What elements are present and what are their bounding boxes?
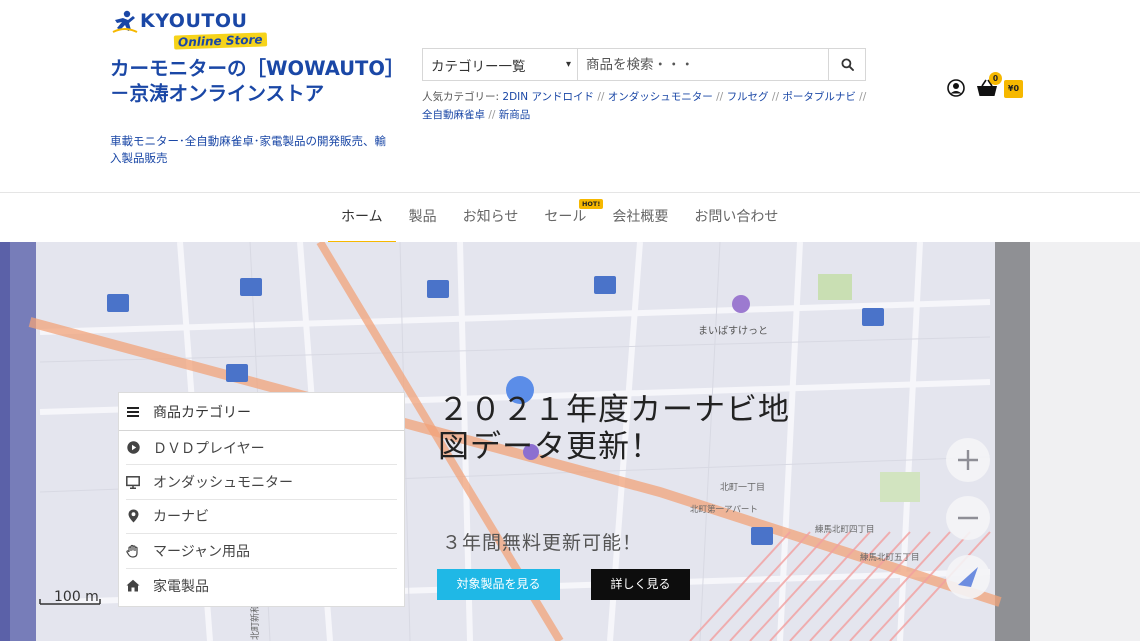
nav-sale-label: セール: [544, 209, 587, 225]
learn-more-button[interactable]: 詳しく見る: [591, 569, 690, 600]
category-menu: 商品カテゴリー ＤＶＤプレイヤー オンダッシュモニター カーナビ マージャン用品: [118, 392, 405, 607]
category-item-appliances[interactable]: 家電製品: [126, 569, 397, 603]
map-label: 北町第一アパート: [690, 504, 758, 515]
category-item-car-navi[interactable]: カーナビ: [126, 500, 397, 535]
play-circle-icon: [126, 441, 140, 455]
logo-brand-text: KYOUTOU: [140, 10, 248, 32]
map-label: 練馬北町五丁目: [860, 552, 920, 563]
popular-link[interactable]: 新商品: [499, 109, 531, 121]
map-label: まいばすけっと: [698, 325, 768, 337]
search-category-select[interactable]: カテゴリー一覧 ▾: [423, 49, 578, 80]
site-header: KYOUTOU Online Store カーモニターの［WOWAUTO］－京涛…: [0, 0, 1140, 192]
nav-contact[interactable]: お問い合わせ: [681, 193, 791, 242]
category-item-label: カーナビ: [153, 509, 209, 526]
hero-subtitle: ３年間無料更新可能！: [442, 532, 643, 554]
category-item-mahjong[interactable]: マージャン用品: [126, 534, 397, 569]
category-item-dvd[interactable]: ＤＶＤプレイヤー: [126, 431, 397, 466]
map-scale-label: 100 m: [54, 589, 99, 605]
hand-icon: [126, 544, 140, 558]
user-account-icon[interactable]: [947, 79, 965, 97]
cart-total-badge[interactable]: ¥0: [1004, 80, 1023, 98]
category-item-label: マージャン用品: [153, 543, 251, 560]
category-item-ondash-monitor[interactable]: オンダッシュモニター: [126, 465, 397, 500]
site-title[interactable]: カーモニターの［WOWAUTO］－京涛オンラインストア: [110, 56, 395, 107]
search-button[interactable]: [828, 49, 865, 80]
map-label: 練馬北町四丁目: [815, 524, 875, 535]
home-icon: [126, 579, 140, 593]
runner-logo-icon: [112, 10, 138, 33]
chevron-down-icon: ▾: [565, 59, 571, 70]
popular-label: 人気カテゴリー:: [422, 91, 500, 103]
search-input[interactable]: [578, 49, 828, 80]
category-menu-header[interactable]: 商品カテゴリー: [119, 393, 404, 431]
view-target-products-button[interactable]: 対象製品を見る: [437, 569, 560, 600]
hero-banner: まいばすけっと 北町新和会館 北町一丁目 北町第一アパート 練馬北町四丁目 練馬…: [0, 242, 1140, 641]
popular-link[interactable]: 全自動麻雀卓: [422, 109, 485, 121]
category-item-label: オンダッシュモニター: [153, 475, 293, 492]
hamburger-menu-icon: [127, 406, 139, 417]
nav-home[interactable]: ホーム: [328, 193, 396, 243]
product-search: カテゴリー一覧 ▾: [422, 48, 866, 81]
nav-sale[interactable]: セール HOT!: [531, 193, 604, 242]
site-logo[interactable]: KYOUTOU Online Store: [112, 8, 282, 54]
search-category-label: カテゴリー一覧: [431, 58, 526, 75]
site-tagline: 車載モニター･全自動麻雀卓･家電製品の開発販売、輸入製品販売: [110, 134, 386, 165]
cart-count-badge: 0: [989, 72, 1002, 85]
popular-categories: 人気カテゴリー: 2DIN アンドロイド // オンダッシュモニター // フル…: [422, 91, 867, 122]
popular-link[interactable]: フルセグ: [727, 91, 769, 103]
popular-link[interactable]: 2DIN アンドロイド: [502, 91, 594, 103]
category-menu-title: 商品カテゴリー: [153, 404, 251, 421]
map-pin-icon: [126, 509, 140, 523]
popular-link[interactable]: オンダッシュモニター: [608, 91, 713, 103]
nav-company[interactable]: 会社概要: [599, 193, 681, 242]
popular-link[interactable]: ポータブルナビ: [782, 91, 856, 103]
search-icon: [841, 58, 854, 71]
category-item-label: 家電製品: [153, 578, 209, 595]
logo-sub-text: Online Store: [173, 32, 267, 50]
nav-news[interactable]: お知らせ: [450, 193, 532, 242]
main-navigation: ホーム 製品 お知らせ セール HOT! 会社概要 お問い合わせ: [0, 192, 1140, 243]
map-label: 北町一丁目: [720, 482, 765, 493]
monitor-icon: [126, 475, 140, 489]
category-item-label: ＤＶＤプレイヤー: [153, 440, 265, 457]
nav-products[interactable]: 製品: [396, 193, 450, 242]
hero-title: ２０２１年度カーナビ地図データ更新！: [438, 392, 790, 466]
